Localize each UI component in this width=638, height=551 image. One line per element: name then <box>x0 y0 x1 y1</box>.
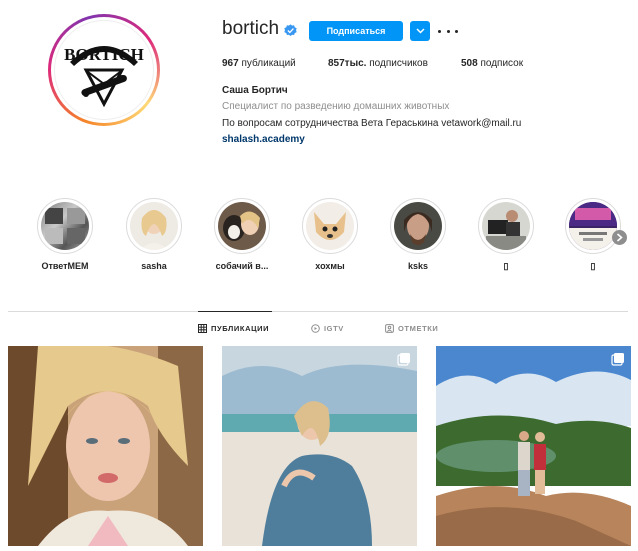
bortich-logo-icon: BORTICH <box>56 22 152 118</box>
highlight-cover <box>41 202 89 250</box>
stat-followers[interactable]: 857тыс. подписчиков <box>328 58 428 69</box>
bio-category: Специалист по разведению домашних животн… <box>222 101 450 112</box>
highlight-item[interactable]: ksks <box>388 198 448 271</box>
post-thumbnail[interactable] <box>8 346 203 546</box>
highlight-item[interactable]: ▯ <box>476 198 536 272</box>
profile-avatar: BORTICH <box>54 20 154 120</box>
highlight-ring <box>302 198 358 254</box>
highlight-label: хохмы <box>315 261 345 271</box>
post-image <box>222 346 417 546</box>
posts-label: публикаций <box>241 58 296 69</box>
multiple-photos-icon <box>397 353 410 366</box>
highlight-cover <box>306 202 354 250</box>
dot-icon <box>438 29 441 33</box>
highlight-ring <box>565 198 621 254</box>
highlight-cover <box>130 202 178 250</box>
tabs-divider <box>8 311 628 312</box>
profile-avatar-wrapper: BORTICH <box>51 17 157 123</box>
grid-icon <box>198 324 207 333</box>
highlight-item[interactable]: sasha <box>124 198 184 271</box>
highlight-label: ksks <box>407 261 429 271</box>
highlight-cover <box>218 202 266 250</box>
highlights-next-button[interactable] <box>612 230 627 245</box>
posts-count: 967 <box>222 58 239 69</box>
highlight-item[interactable]: собачий в... <box>212 198 272 271</box>
dot-icon <box>455 29 458 33</box>
stat-posts: 967 публикаций <box>222 58 296 69</box>
following-label: подписок <box>480 58 524 69</box>
follow-button[interactable]: Подписаться <box>309 21 403 41</box>
highlight-ring <box>126 198 182 254</box>
tagged-icon <box>385 324 394 333</box>
highlight-item[interactable]: хохмы <box>300 198 360 271</box>
tab-posts[interactable]: ПУБЛИКАЦИИ <box>198 324 269 333</box>
chevron-right-icon <box>616 233 623 242</box>
highlight-label: ОтветMEM <box>41 261 89 271</box>
highlight-cover <box>482 202 530 250</box>
tab-igtv[interactable]: IGTV <box>311 324 344 333</box>
highlight-ring <box>214 198 270 254</box>
more-options-button[interactable] <box>438 24 458 38</box>
bio-full-name: Саша Бортич <box>222 85 288 96</box>
highlight-label: собачий в... <box>215 261 269 271</box>
tab-label: IGTV <box>324 324 344 333</box>
profile-username: bortich <box>222 18 280 39</box>
tab-label: ОТМЕТКИ <box>398 324 439 333</box>
active-tab-indicator <box>198 311 272 312</box>
highlight-label: ▯ <box>590 261 596 271</box>
highlight-cover <box>394 202 442 250</box>
tab-label: ПУБЛИКАЦИИ <box>211 324 270 333</box>
suggested-dropdown-button[interactable] <box>410 21 430 41</box>
followers-count: 857тыс. <box>328 58 367 69</box>
highlight-ring <box>390 198 446 254</box>
highlight-ring <box>478 198 534 254</box>
stat-following[interactable]: 508 подписок <box>461 58 523 69</box>
avatar-logo-text: BORTICH <box>64 45 144 64</box>
igtv-icon <box>311 324 320 333</box>
post-thumbnail[interactable] <box>436 346 631 546</box>
profile-avatar-ring[interactable]: BORTICH <box>48 14 160 126</box>
highlight-label: ▯ <box>503 261 509 271</box>
followers-label: подписчиков <box>369 58 428 69</box>
following-count: 508 <box>461 58 478 69</box>
chevron-down-icon <box>415 28 425 34</box>
tab-tagged[interactable]: ОТМЕТКИ <box>385 324 438 333</box>
bio-website-link[interactable]: shalash.academy <box>222 134 305 145</box>
highlight-label: sasha <box>141 261 167 271</box>
dot-icon <box>446 29 450 33</box>
highlight-item[interactable]: ОтветMEM <box>35 198 95 271</box>
bio-text: По вопросам сотрудничества Вета Гераськи… <box>222 118 522 129</box>
verified-badge-icon <box>284 24 297 37</box>
post-image <box>436 346 631 546</box>
post-image <box>8 346 203 546</box>
highlight-ring <box>37 198 93 254</box>
post-thumbnail[interactable] <box>222 346 417 546</box>
multiple-photos-icon <box>611 353 624 366</box>
highlight-cover <box>569 202 617 250</box>
